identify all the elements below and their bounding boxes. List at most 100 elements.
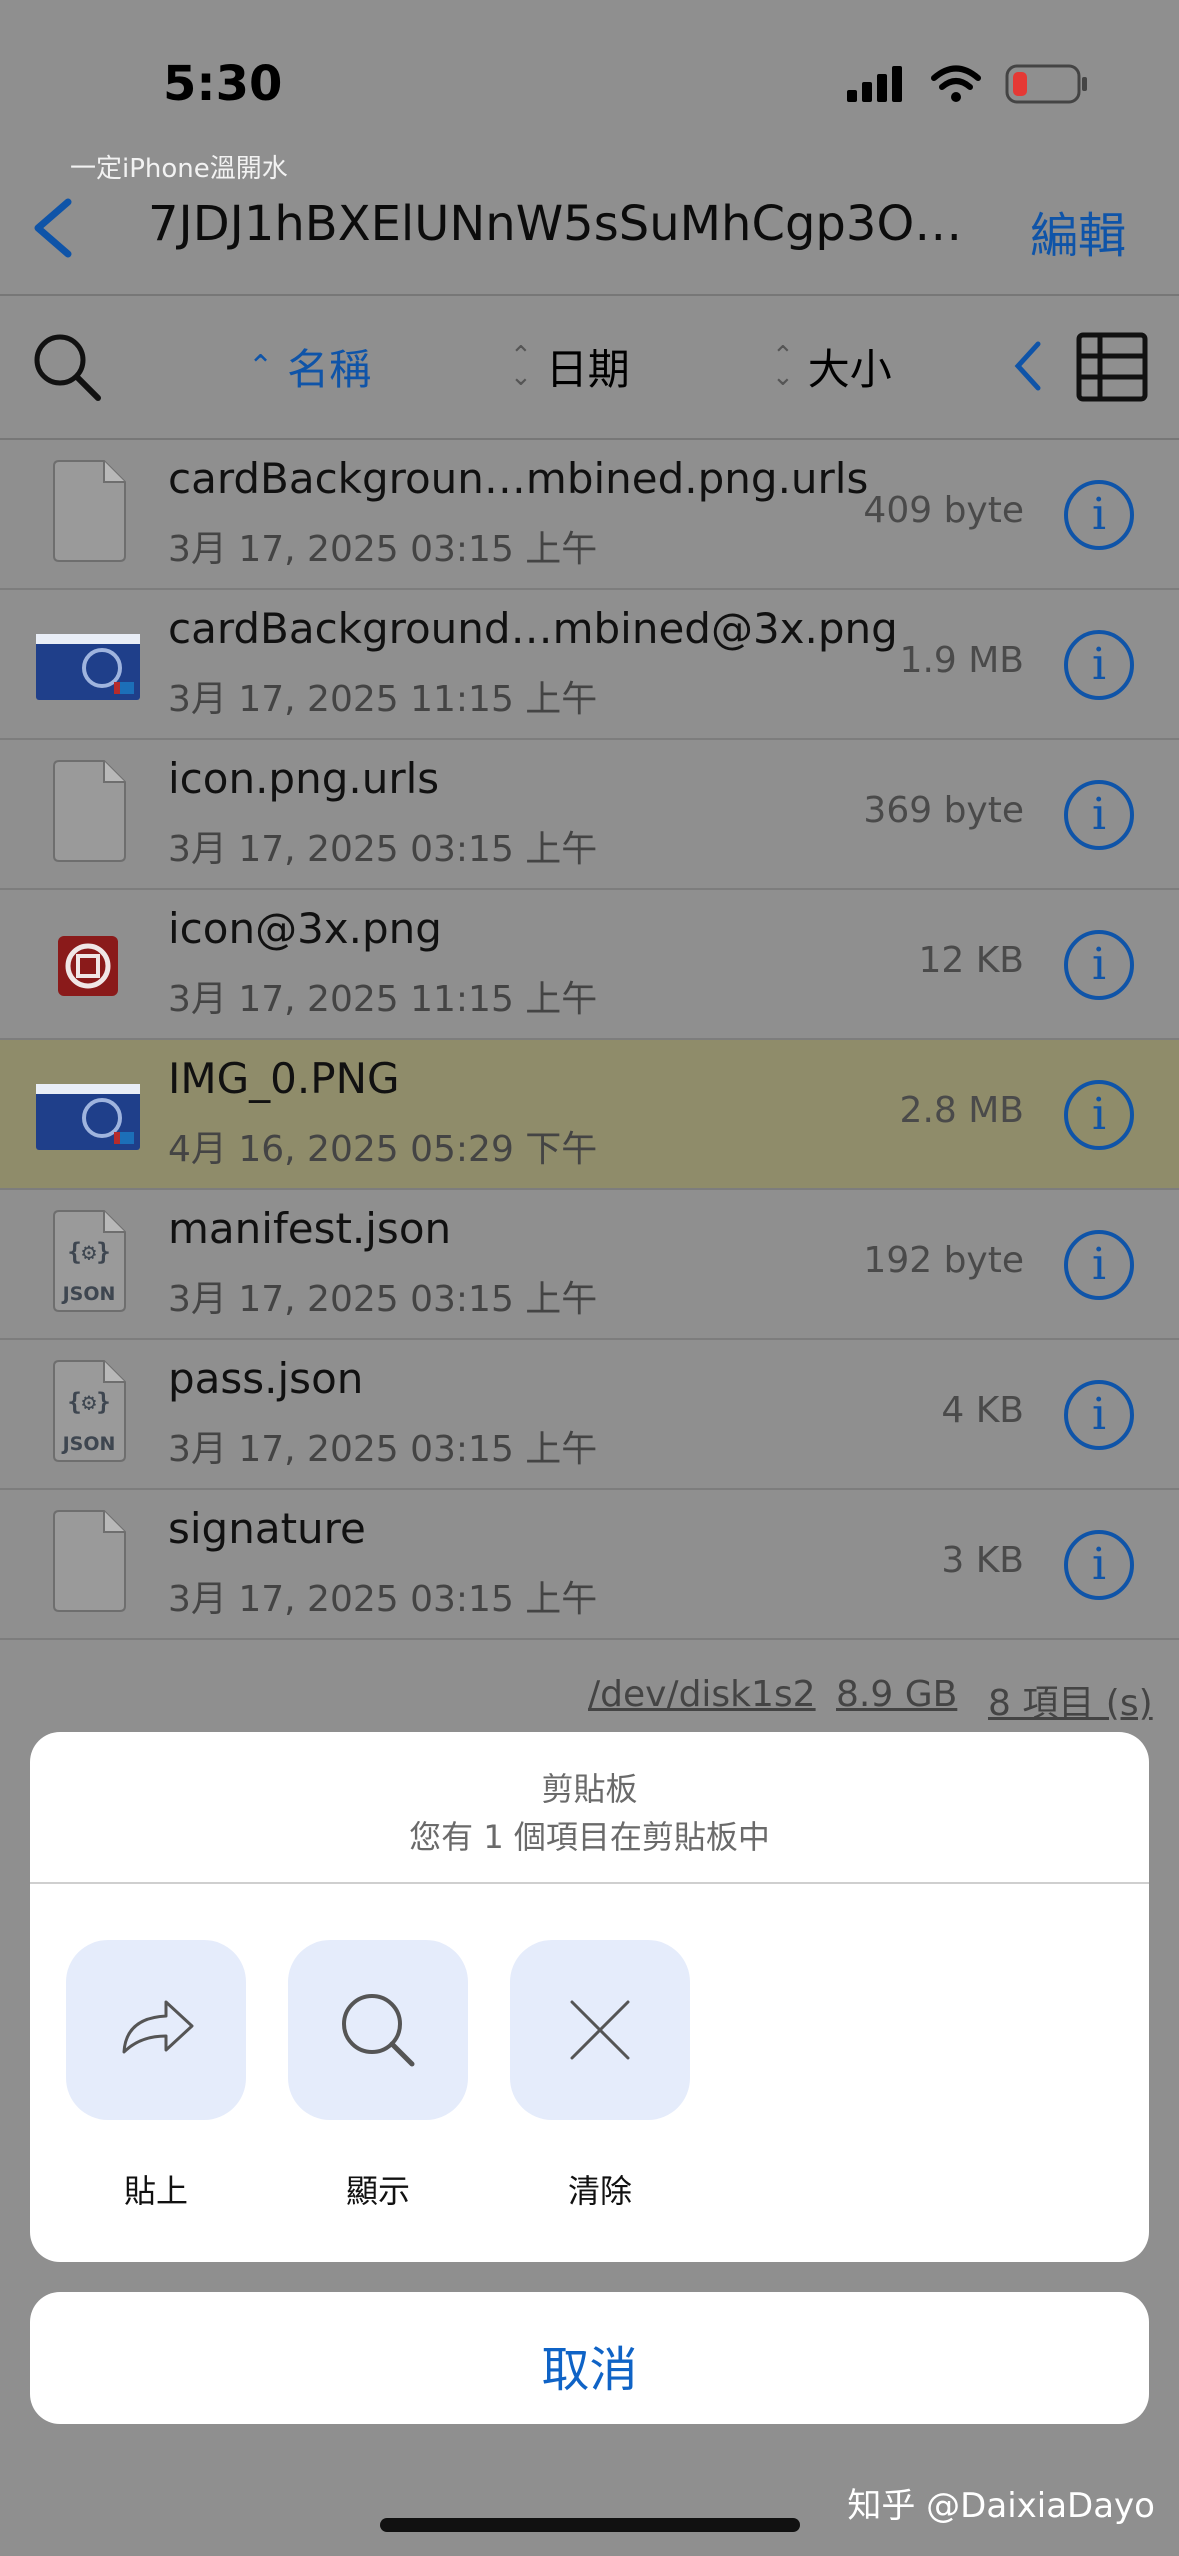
file-row[interactable]: icon@3x.png 3月 17, 2025 11:15 上午 12 KB i [0,890,1179,1040]
info-button[interactable]: i [1064,630,1134,700]
show-button[interactable] [288,1940,468,2120]
file-size: 12 KB [918,940,1024,981]
file-date: 3月 17, 2025 03:15 上午 [168,1429,598,1470]
search-icon [342,1994,415,2067]
info-button[interactable]: i [1064,780,1134,850]
sort-toggle-icon: ⌃ ⌄ [510,340,532,392]
file-row[interactable]: {⚙} JSON pass.json 3月 17, 2025 03:15 上午 4 KB… [0,1340,1179,1490]
cancel-button[interactable]: 取消 [30,2292,1149,2424]
sort-name-button[interactable]: ⌃ 名稱 [248,336,371,397]
info-button[interactable]: i [1064,1230,1134,1300]
clear-label: 清除 [567,2172,632,2210]
home-indicator[interactable] [380,2518,800,2532]
file-size: 1.9 MB [899,640,1024,681]
search-icon [34,334,101,401]
status-icons [847,64,1089,104]
file-row[interactable]: {⚙} JSON manifest.json 3月 17, 2025 03:15 上午… [0,1190,1179,1340]
disk-link[interactable]: /dev/disk1s2 [588,1674,816,1715]
file-size: 3 KB [941,1540,1024,1581]
info-icon: i [1091,939,1107,990]
watermark: 知乎 @DaixiaDayo [847,2486,1155,2526]
info-button[interactable]: i [1064,930,1134,1000]
close-icon [570,2000,630,2060]
card-thumbnail [36,1084,140,1150]
view-toggle-button[interactable] [1076,332,1148,406]
clipboard-sheet: 剪貼板 您有 1 個項目在剪貼板中 貼上 顯示 清除 [30,1732,1149,2262]
file-row[interactable]: cardBackground…mbined@3x.png 3月 17, 2025 … [0,590,1179,740]
carrier-label: 一定iPhone溫開水 [70,154,288,184]
svg-text:{⚙}: {⚙} [67,1238,110,1266]
svg-text:JSON: JSON [61,1433,116,1455]
file-size: 2.8 MB [899,1090,1024,1131]
divider [30,1882,1149,1884]
toolbar-back-button[interactable] [1008,336,1048,400]
cancel-label: 取消 [541,2342,638,2398]
info-button[interactable]: i [1064,1080,1134,1150]
sort-date-button[interactable]: ⌃ ⌄ 日期 [510,336,630,397]
sort-name-label: 名稱 [287,345,372,394]
item-count-link[interactable]: 8 項目 (s) [988,1674,1153,1726]
file-date: 3月 17, 2025 03:15 上午 [168,829,598,870]
file-name: icon@3x.png [168,904,442,953]
file-date: 3月 17, 2025 03:15 上午 [168,529,598,570]
divider [0,294,1179,296]
clear-button[interactable] [510,1940,690,2120]
document-icon [53,460,126,562]
info-icon: i [1091,489,1107,540]
show-label: 顯示 [345,2172,410,2210]
info-icon: i [1091,639,1107,690]
share-arrow-icon [122,2000,194,2054]
back-button[interactable] [18,186,88,266]
sheet-subtitle: 您有 1 個項目在剪貼板中 [409,1818,770,1856]
card-thumbnail [36,634,140,700]
list-view-icon [1076,332,1148,402]
sort-date-label: 日期 [545,345,630,394]
bank-logo-thumbnail [58,936,118,996]
file-size: 409 byte [863,490,1024,531]
file-row[interactable]: icon.png.urls 3月 17, 2025 03:15 上午 369 byt… [0,740,1179,890]
json-icon: {⚙} JSON [53,1210,126,1312]
sort-size-button[interactable]: ⌃ ⌄ 大小 [772,336,892,397]
info-icon: i [1091,1389,1107,1440]
nav-title: 7JDJ1hBXElUNnW5sSuMhCgp3O… [148,196,963,252]
chevron-left-icon [1014,341,1041,391]
info-button[interactable]: i [1064,1530,1134,1600]
file-name: cardBackgroun…mbined.png.urls [168,454,869,503]
file-name: signature [168,1504,366,1553]
file-name: cardBackground…mbined@3x.png [168,604,898,653]
status-time: 5:30 [163,56,283,112]
sheet-title: 剪貼板 [541,1770,638,1808]
file-name: IMG_0.PNG [168,1054,400,1103]
sort-size-label: 大小 [807,345,892,394]
file-name: pass.json [168,1354,364,1403]
svg-text:{⚙}: {⚙} [67,1388,110,1416]
battery-icon [1005,64,1087,104]
file-date: 3月 17, 2025 11:15 上午 [168,979,598,1020]
file-date: 3月 17, 2025 03:15 上午 [168,1579,598,1620]
file-row[interactable]: cardBackgroun…mbined.png.urls 3月 17, 2025… [0,440,1179,590]
file-size: 4 KB [941,1390,1024,1431]
sort-toggle-icon: ⌃ ⌄ [772,340,794,392]
file-name: icon.png.urls [168,754,440,803]
file-row[interactable]: IMG_0.PNG 4月 16, 2025 05:29 下午 2.8 MB i [0,1040,1179,1190]
svg-text:JSON: JSON [61,1283,116,1305]
file-row[interactable]: signature 3月 17, 2025 03:15 上午 3 KB i [0,1490,1179,1640]
file-date: 3月 17, 2025 03:15 上午 [168,1279,598,1320]
signal-icon [847,66,902,102]
info-button[interactable]: i [1064,480,1134,550]
edit-button[interactable]: 編輯 [1030,196,1126,266]
file-size: 192 byte [863,1240,1024,1281]
free-space-link[interactable]: 8.9 GB [836,1674,957,1715]
document-icon [53,1510,126,1612]
search-button[interactable] [30,330,102,406]
chevron-up-icon: ⌃ [248,349,274,384]
info-icon: i [1091,1089,1107,1140]
wifi-icon [931,65,981,102]
paste-label: 貼上 [123,2172,188,2210]
file-size: 369 byte [863,790,1024,831]
paste-button[interactable] [66,1940,246,2120]
json-icon: {⚙} JSON [53,1360,126,1462]
info-button[interactable]: i [1064,1380,1134,1450]
chevron-left-icon [34,198,72,258]
document-icon [53,760,126,862]
